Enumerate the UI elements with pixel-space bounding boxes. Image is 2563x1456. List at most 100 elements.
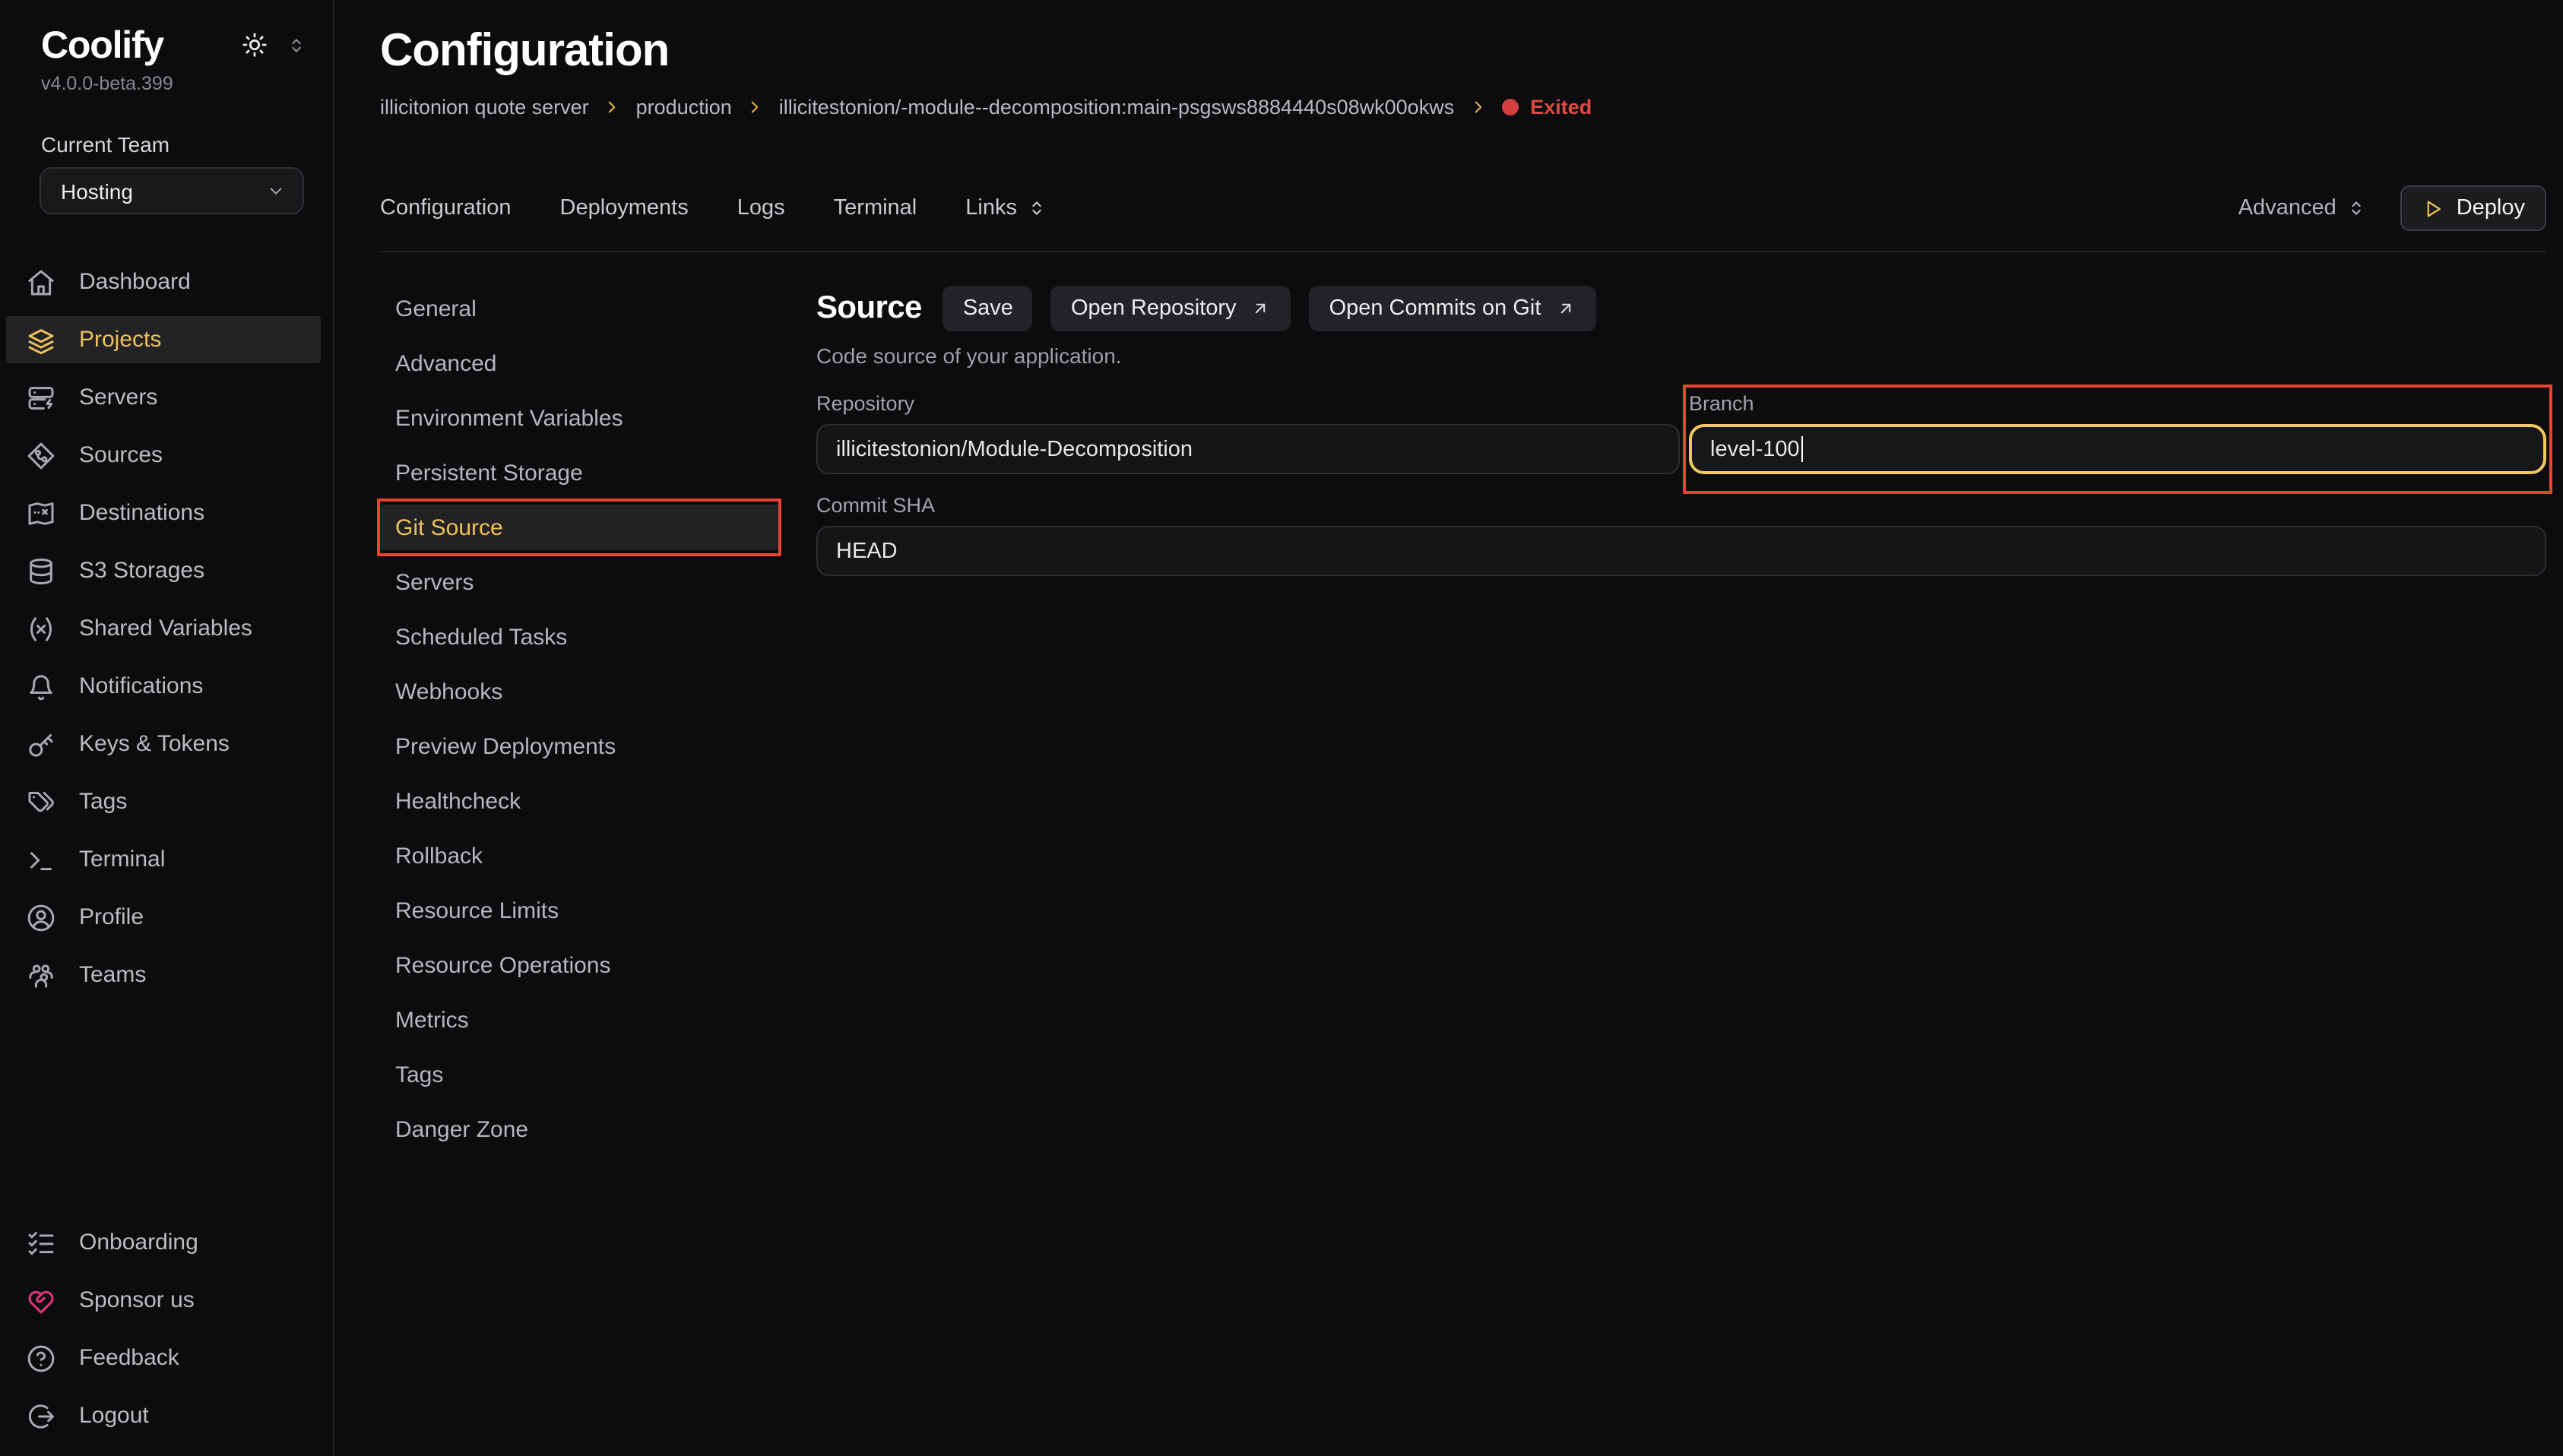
- bell-icon: [26, 671, 56, 701]
- open-repository-button[interactable]: Open Repository: [1051, 286, 1291, 331]
- sidebar-item-notifications[interactable]: Notifications: [6, 663, 321, 710]
- tab-terminal[interactable]: Terminal: [834, 196, 917, 220]
- terminal-icon: [26, 844, 56, 875]
- subnav-item-healthcheck[interactable]: Healthcheck: [380, 778, 778, 824]
- subnav-item-tags[interactable]: Tags: [380, 1052, 778, 1097]
- sidebar-item-sources[interactable]: Sources: [6, 432, 321, 479]
- arrow-up-right-icon: [1554, 298, 1576, 319]
- chevrons-up-down-icon: [2346, 198, 2367, 219]
- sidebar-item-shared-variables[interactable]: Shared Variables: [6, 605, 321, 652]
- subnav-item-advanced[interactable]: Advanced: [380, 340, 778, 386]
- repository-label: Repository: [816, 392, 1680, 416]
- subnav-item-environment-variables[interactable]: Environment Variables: [380, 395, 778, 441]
- subnav-item-resource-operations[interactable]: Resource Operations: [380, 942, 778, 988]
- help-circle-icon: [26, 1343, 56, 1373]
- sidebar-item-logout[interactable]: Logout: [6, 1392, 321, 1439]
- sidebar-item-feedback[interactable]: Feedback: [6, 1334, 321, 1382]
- subnav-item-rollback[interactable]: Rollback: [380, 833, 778, 878]
- repository-field-group: Repository: [816, 392, 1680, 474]
- sidebar-item-teams[interactable]: Teams: [6, 951, 321, 999]
- tab-links[interactable]: Links: [965, 196, 1047, 220]
- subnav-item-scheduled-tasks[interactable]: Scheduled Tasks: [380, 614, 778, 660]
- coolify-app: Coolify v4.0.0-beta.399 Current Team Hos…: [0, 0, 2563, 1456]
- repository-input[interactable]: [816, 424, 1680, 474]
- subnav-item-webhooks[interactable]: Webhooks: [380, 669, 778, 714]
- theme-select-chevrons-icon[interactable]: [286, 34, 307, 55]
- subnav-item-danger-zone[interactable]: Danger Zone: [380, 1106, 778, 1152]
- subnav-item-general[interactable]: General: [380, 286, 778, 331]
- users-icon: [26, 960, 56, 990]
- team-select-value: Hosting: [61, 179, 265, 203]
- subnav-item-metrics[interactable]: Metrics: [380, 997, 778, 1043]
- team-select[interactable]: Hosting: [40, 167, 304, 214]
- list-checks-icon: [26, 1227, 56, 1258]
- subnav-item-preview-deployments[interactable]: Preview Deployments: [380, 723, 778, 769]
- map-icon: [26, 498, 56, 528]
- source-heading: Source: [816, 290, 922, 327]
- commit-sha-input[interactable]: [816, 526, 2546, 576]
- save-button[interactable]: Save: [943, 286, 1033, 331]
- sidebar-item-s3-storages[interactable]: S3 Storages: [6, 547, 321, 594]
- play-icon: [2422, 197, 2444, 220]
- sidebar-item-dashboard[interactable]: Dashboard: [6, 258, 321, 305]
- subnav-item-servers[interactable]: Servers: [380, 559, 778, 605]
- sidebar-item-projects[interactable]: Projects: [6, 316, 321, 363]
- chevron-right-icon: [603, 97, 623, 117]
- source-description: Code source of your application.: [816, 343, 2546, 368]
- server-icon: [26, 382, 56, 413]
- open-commits-button[interactable]: Open Commits on Git: [1310, 286, 1596, 331]
- sidebar: Coolify v4.0.0-beta.399 Current Team Hos…: [0, 0, 334, 1456]
- tabs-divider: [380, 251, 2546, 252]
- home-icon: [26, 267, 56, 297]
- sidebar-item-destinations[interactable]: Destinations: [6, 489, 321, 537]
- database-icon: [26, 555, 56, 586]
- sidebar-item-profile[interactable]: Profile: [6, 894, 321, 941]
- logout-icon: [26, 1401, 56, 1431]
- sidebar-item-terminal[interactable]: Terminal: [6, 836, 321, 883]
- heart-handshake-icon: [26, 1285, 56, 1315]
- branch-input[interactable]: level-100: [1689, 424, 2546, 474]
- sidebar-item-tags[interactable]: Tags: [6, 778, 321, 825]
- breadcrumb-application[interactable]: illicitestonion/-module--decomposition:m…: [779, 95, 1454, 118]
- variable-icon: [26, 613, 56, 644]
- key-icon: [26, 729, 56, 759]
- text-cursor: [1801, 436, 1804, 462]
- tab-configuration[interactable]: Configuration: [380, 196, 512, 220]
- page-title: Configuration: [380, 24, 2546, 79]
- sidebar-item-keys-tokens[interactable]: Keys & Tokens: [6, 720, 321, 768]
- advanced-menu[interactable]: Advanced: [2238, 196, 2367, 220]
- chevrons-up-down-icon: [1026, 198, 1047, 219]
- current-team-label: Current Team: [41, 132, 333, 158]
- breadcrumb-project[interactable]: illicitonion quote server: [380, 95, 589, 118]
- deploy-button[interactable]: Deploy: [2400, 185, 2546, 231]
- layers-icon: [26, 324, 56, 355]
- theme-toggle-sun-icon[interactable]: [240, 30, 269, 59]
- branch-label: Branch: [1689, 392, 2546, 416]
- subnav-item-git-source[interactable]: Git Source: [380, 505, 778, 550]
- branch-field-group: Branch level-100: [1689, 392, 2546, 474]
- settings-subnav: General Advanced Environment Variables P…: [380, 286, 778, 1161]
- subnav-item-resource-limits[interactable]: Resource Limits: [380, 888, 778, 933]
- subnav-item-persistent-storage[interactable]: Persistent Storage: [380, 450, 778, 495]
- git-source-icon: [26, 440, 56, 470]
- breadcrumb-environment[interactable]: production: [636, 95, 732, 118]
- main-content: Configuration illicitonion quote server …: [334, 0, 2563, 1456]
- tags-icon: [26, 787, 56, 817]
- sidebar-bottom-nav: Onboarding Sponsor us Feedback Logout: [0, 1219, 333, 1439]
- sidebar-nav: Dashboard Projects Servers Sources Desti…: [0, 258, 333, 999]
- commit-sha-field-group: Commit SHA: [816, 494, 2546, 576]
- status-text: Exited: [1530, 95, 1592, 118]
- commit-sha-label: Commit SHA: [816, 494, 2546, 518]
- chevron-down-icon: [265, 179, 287, 202]
- breadcrumb: illicitonion quote server production ill…: [380, 93, 2546, 120]
- sidebar-item-sponsor-us[interactable]: Sponsor us: [6, 1277, 321, 1324]
- arrow-up-right-icon: [1250, 298, 1272, 319]
- status-dot-icon: [1501, 98, 1518, 115]
- sidebar-item-onboarding[interactable]: Onboarding: [6, 1219, 321, 1266]
- source-panel: Source Save Open Repository Open Commits…: [816, 286, 2546, 576]
- user-circle-icon: [26, 902, 56, 932]
- tab-logs[interactable]: Logs: [737, 196, 785, 220]
- sidebar-item-servers[interactable]: Servers: [6, 374, 321, 421]
- tab-deployments[interactable]: Deployments: [560, 196, 689, 220]
- chevron-right-icon: [746, 97, 765, 117]
